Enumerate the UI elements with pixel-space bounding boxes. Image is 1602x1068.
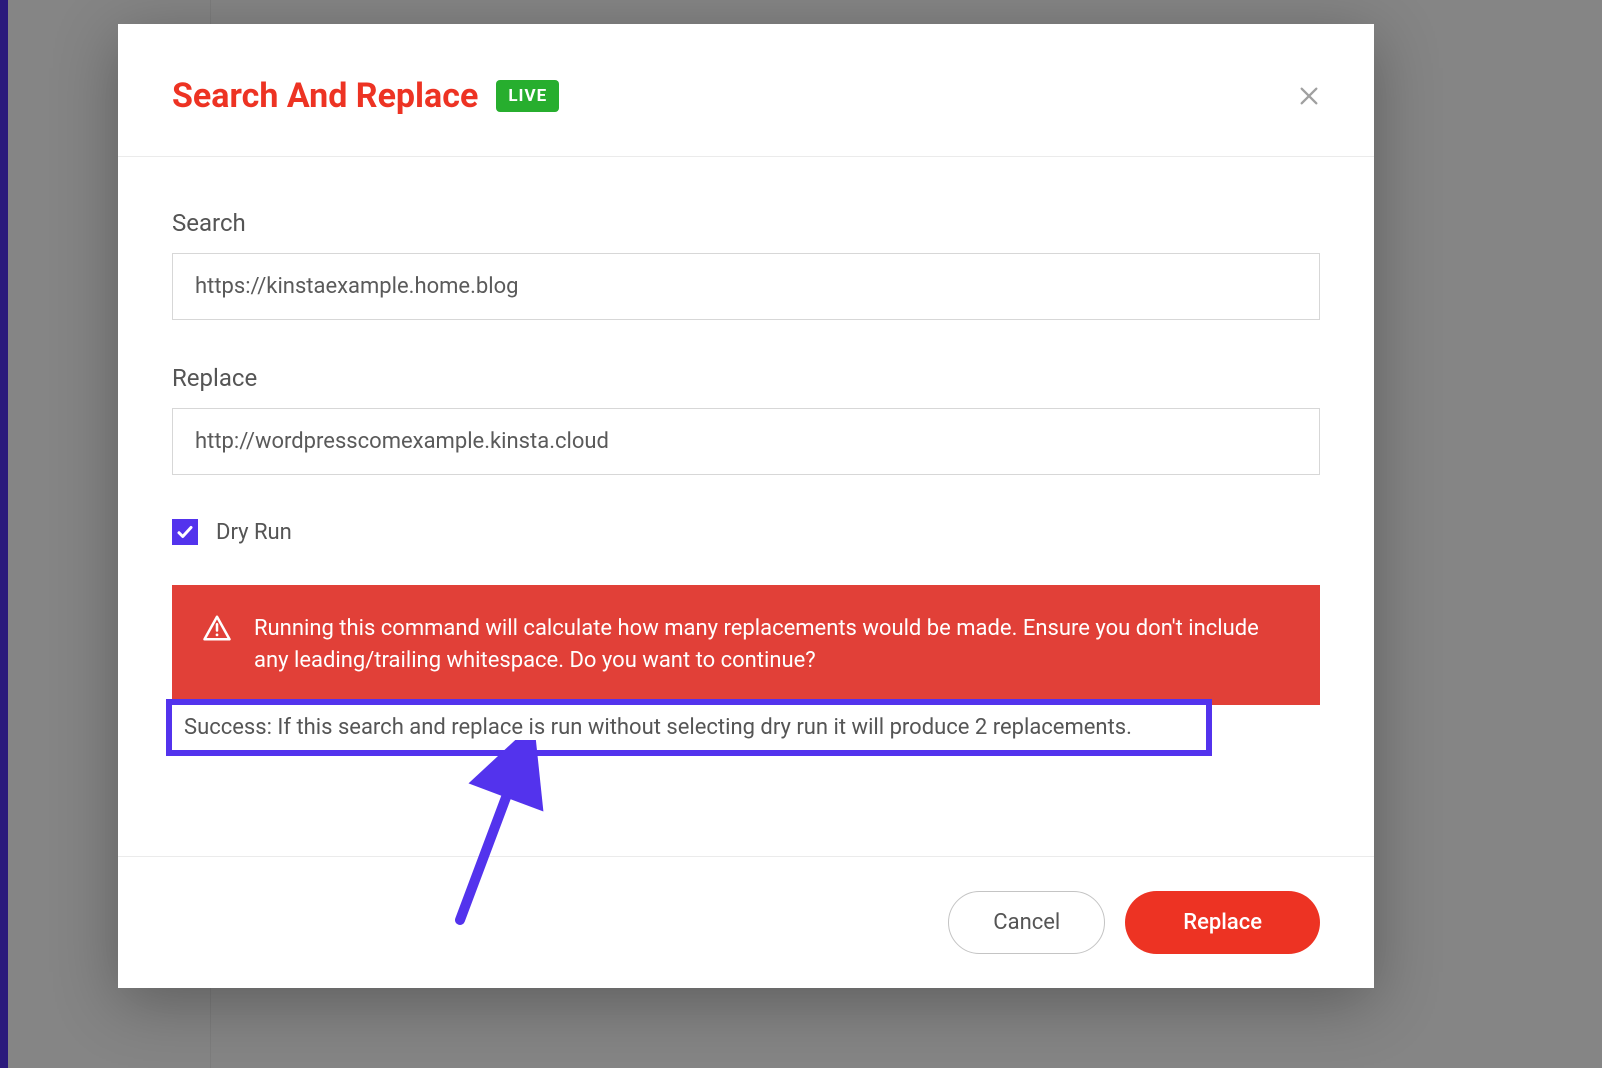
modal-body: Search Replace Dry Run Runn [118, 157, 1374, 856]
success-message: Success: If this search and replace is r… [166, 699, 1212, 756]
warning-text: Running this command will calculate how … [254, 613, 1290, 677]
search-replace-modal: Search And Replace LIVE Search Replace D… [118, 24, 1374, 988]
modal-footer: Cancel Replace [118, 856, 1374, 988]
modal-title: Search And Replace [172, 76, 478, 116]
search-field-block: Search [172, 209, 1320, 320]
dry-run-row: Dry Run [172, 519, 1320, 545]
close-icon[interactable] [1298, 85, 1320, 107]
live-badge: LIVE [496, 80, 559, 112]
replace-input[interactable] [172, 408, 1320, 475]
warning-alert: Running this command will calculate how … [172, 585, 1320, 705]
dry-run-checkbox[interactable] [172, 519, 198, 545]
search-label: Search [172, 209, 1320, 237]
replace-field-block: Replace [172, 364, 1320, 475]
modal-title-wrap: Search And Replace LIVE [172, 76, 559, 116]
dry-run-label: Dry Run [216, 520, 292, 545]
warning-icon [202, 613, 232, 647]
replace-label: Replace [172, 364, 1320, 392]
modal-header: Search And Replace LIVE [118, 24, 1374, 157]
search-input[interactable] [172, 253, 1320, 320]
replace-button[interactable]: Replace [1125, 891, 1320, 954]
cancel-button[interactable]: Cancel [948, 891, 1105, 954]
